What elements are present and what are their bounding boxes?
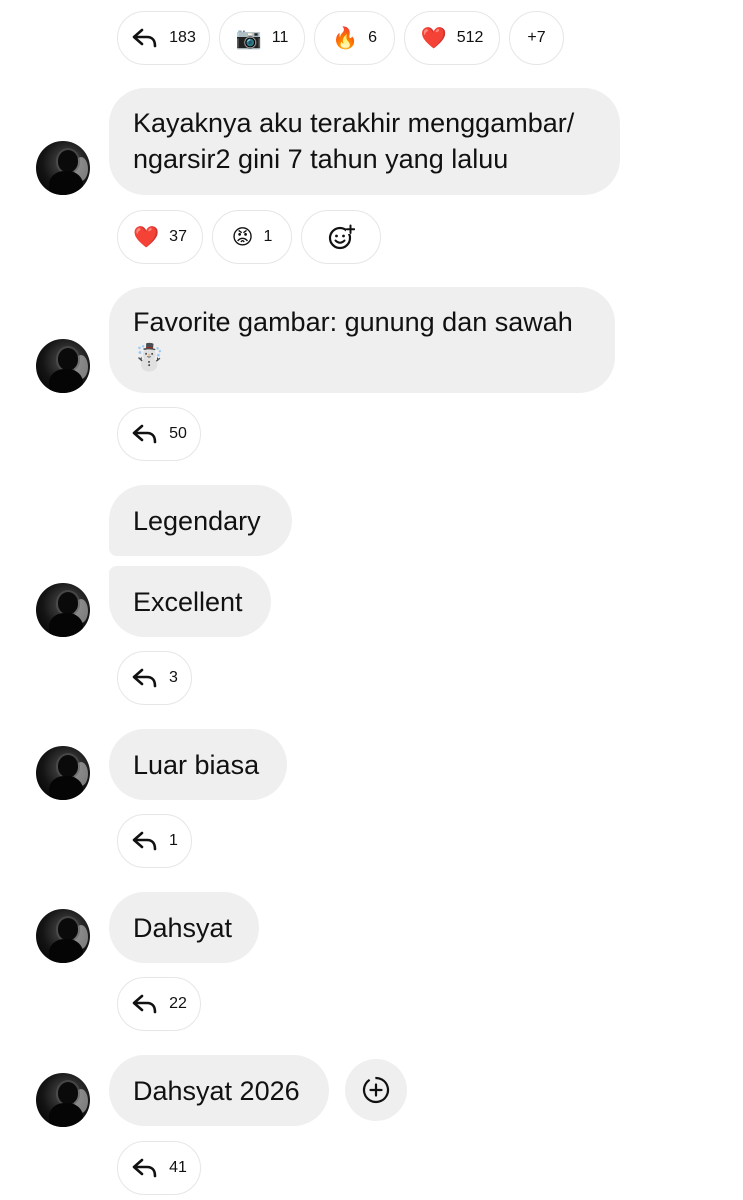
camera-reaction-pill[interactable]: 📷 11 [219,11,305,65]
message-text: Excellent [133,586,243,617]
reply-count: 1 [169,832,178,849]
angry-reaction-count: 1 [263,228,273,245]
reply-count-pill[interactable]: 183 [117,11,210,65]
message-bubble[interactable]: Dahsyat [109,892,259,963]
avatar[interactable] [36,583,90,637]
reply-arrow-icon [131,829,159,853]
heart-reaction-count: 37 [169,228,187,245]
reply-count: 183 [169,29,196,46]
avatar[interactable] [36,141,90,195]
message-bubble[interactable]: Luar biasa [109,729,287,800]
add-circle-dashed-icon [362,1076,390,1104]
reply-arrow-icon [131,26,159,50]
message-text: Legendary [133,505,261,536]
add-button[interactable] [345,1059,407,1121]
fire-icon: 🔥 [331,25,359,50]
message-bubble[interactable]: Excellent [109,566,271,637]
reply-count-pill[interactable]: 41 [117,1141,201,1195]
reply-count-pill[interactable]: 3 [117,651,192,705]
reply-count-pill[interactable]: 22 [117,977,201,1031]
avatar[interactable] [36,339,90,393]
heart-reaction-pill[interactable]: ❤️ 512 [404,11,500,65]
reply-count: 22 [169,995,187,1012]
avatar[interactable] [36,1073,90,1127]
heart-icon: ❤️ [133,224,160,249]
avatar[interactable] [36,746,90,800]
camera-reaction-count: 11 [271,29,289,46]
message-bubble[interactable]: Legendary [109,485,292,556]
reply-count-pill[interactable]: 1 [117,814,192,868]
more-reactions-pill[interactable]: +7 [509,11,564,65]
message-text: Dahsyat [133,912,233,943]
reply-arrow-icon [131,992,159,1016]
heart-reaction-count: 512 [456,29,484,46]
message-text: Dahsyat 2026 [133,1075,300,1106]
reply-count: 41 [169,1159,187,1176]
message-text: Luar biasa [133,749,260,780]
camera-icon: 📷 [235,25,262,50]
heart-reaction-pill[interactable]: ❤️ 37 [117,210,203,264]
more-reactions-count: +7 [527,29,546,46]
reply-count-pill[interactable]: 50 [117,407,201,461]
message-text-line: ngarsir2 gini 7 tahun yang laluu [133,144,509,174]
reply-arrow-icon [131,422,159,446]
snowman-emoji: ☃️ [133,343,166,373]
reply-arrow-icon [131,666,159,690]
angry-face-icon: 😡 [231,224,254,249]
message-text-line: Kayaknya aku terakhir menggambar/ [133,108,575,138]
add-reaction-smiley-icon [328,224,355,250]
reply-count: 3 [169,669,178,686]
message-bubble[interactable]: Kayaknya aku terakhir menggambar/ ngarsi… [109,88,620,195]
message-text-line: Favorite gambar: gunung dan sawah [133,307,573,337]
heart-icon: ❤️ [420,25,447,50]
reply-arrow-icon [131,1156,159,1180]
add-reaction-button[interactable] [301,210,381,264]
reply-count: 50 [169,425,187,442]
avatar[interactable] [36,909,90,963]
message-bubble[interactable]: Dahsyat 2026 [109,1055,329,1126]
message-bubble[interactable]: Favorite gambar: gunung dan sawah ☃️ [109,287,615,393]
angry-reaction-pill[interactable]: 😡 1 [212,210,292,264]
fire-reaction-count: 6 [368,29,378,46]
fire-reaction-pill[interactable]: 🔥 6 [314,11,395,65]
